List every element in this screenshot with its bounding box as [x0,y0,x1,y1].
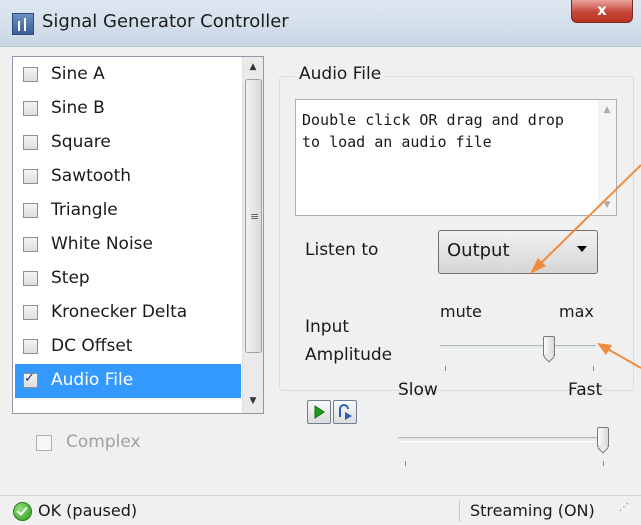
annotation-arrow-slider [603,346,641,369]
status-bar: OK (paused) Streaming (ON) ⋰ [0,495,641,525]
check-circle-icon [13,502,32,521]
arrowhead-icon [597,343,612,355]
annotation-arrows [530,164,641,369]
annotation-arrow-dropdown [536,164,641,268]
resize-grip-icon[interactable]: ⋰ [619,502,629,513]
status-separator [459,500,460,522]
status-left-text: OK (paused) [38,501,138,520]
status-right-text: Streaming (ON) [470,501,595,520]
